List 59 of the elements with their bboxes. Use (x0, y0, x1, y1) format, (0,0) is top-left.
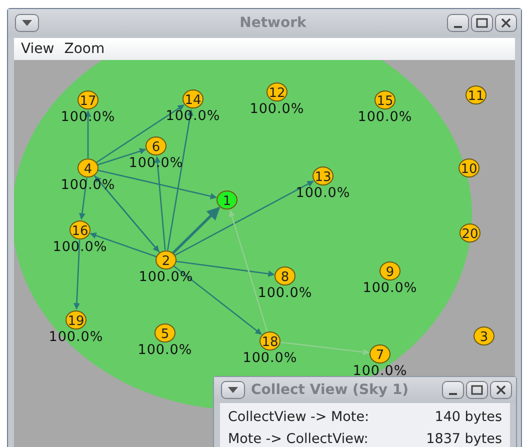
mote-node[interactable]: 9 (380, 262, 400, 280)
node-reading: 100.0% (250, 101, 304, 117)
node-reading: 100.0% (128, 155, 184, 171)
mote-node[interactable]: 14 (182, 90, 204, 108)
mote-node[interactable]: 16 (70, 220, 90, 240)
close-icon (495, 384, 507, 396)
mote-node[interactable]: 2 (156, 250, 176, 270)
stat-value: 140 bytes (434, 409, 502, 425)
maximize-button[interactable] (466, 381, 488, 399)
mote-node[interactable]: 15 (374, 90, 396, 110)
minimize-icon (454, 26, 462, 28)
caret-icon (228, 387, 238, 393)
node-reading: 100.0% (362, 280, 418, 296)
mote-node[interactable]: 12 (266, 82, 288, 102)
mote-node[interactable]: 18 (260, 332, 280, 350)
menu-item[interactable]: View (21, 41, 54, 57)
mote-node[interactable]: 17 (78, 90, 98, 110)
mote-node[interactable]: 7 (370, 344, 390, 364)
mote-node[interactable]: 3 (474, 326, 494, 346)
close-button[interactable] (490, 381, 512, 399)
mote-node[interactable]: 4 (78, 158, 98, 178)
node-reading: 100.0% (138, 342, 192, 358)
node-reading: 100.0% (358, 109, 412, 125)
mote-node[interactable]: 10 (458, 158, 480, 178)
node-reading: 100.0% (60, 177, 116, 193)
close-icon (500, 17, 512, 29)
stat-label: CollectView -> Mote: (228, 409, 370, 425)
node-reading: 100.0% (138, 269, 194, 285)
node-reading: 100.0% (48, 329, 104, 345)
mote-node[interactable]: 8 (274, 266, 296, 286)
node-reading: 100.0% (352, 363, 408, 379)
mote-node[interactable]: 20 (460, 224, 480, 242)
mote-node[interactable]: 1 (216, 190, 238, 210)
window-title: Collect View (Sky 1) (250, 382, 408, 398)
stat-value: 1837 bytes (426, 431, 502, 447)
mote-node[interactable]: 19 (66, 310, 86, 330)
node-reading: 100.0% (242, 350, 298, 366)
node-reading: 100.0% (60, 109, 116, 125)
mote-node[interactable]: 13 (312, 166, 334, 186)
mote-node[interactable]: 6 (146, 136, 166, 156)
window-menu-button[interactable] (15, 14, 39, 32)
window-menu-button[interactable] (221, 381, 245, 399)
node-reading: 100.0% (258, 285, 312, 301)
mote-node[interactable]: 5 (154, 324, 176, 342)
node-reading: 100.0% (52, 239, 108, 255)
minimize-button[interactable] (447, 14, 469, 32)
node-reading: 100.0% (296, 185, 350, 201)
maximize-icon (471, 384, 483, 396)
stat-label: Mote -> CollectView: (228, 431, 368, 447)
close-button[interactable] (495, 14, 517, 32)
maximize-button[interactable] (471, 14, 493, 32)
node-reading: 100.0% (166, 108, 220, 124)
minimize-icon (449, 393, 457, 395)
menu-item[interactable]: Zoom (64, 41, 105, 57)
mote-node[interactable]: 11 (466, 86, 486, 104)
minimize-button[interactable] (442, 381, 464, 399)
window-title: Network (238, 15, 308, 31)
caret-icon (22, 20, 32, 26)
maximize-icon (476, 17, 488, 29)
